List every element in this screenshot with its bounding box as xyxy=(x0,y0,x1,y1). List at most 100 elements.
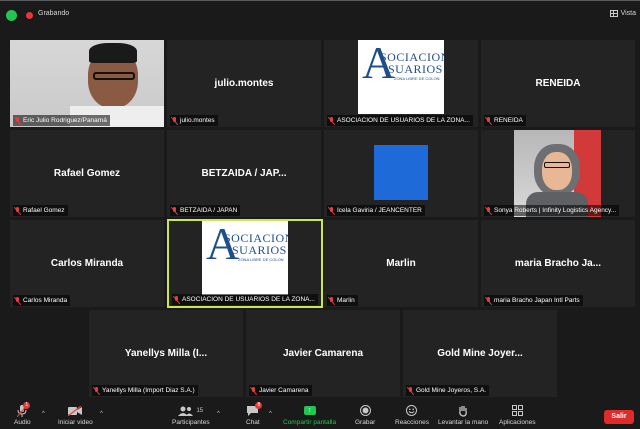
chat-label: Chat xyxy=(246,419,260,426)
mic-muted-icon xyxy=(93,386,100,395)
mic-muted-icon xyxy=(171,206,178,215)
audio-label: Audio xyxy=(14,419,31,426)
participant-tile[interactable]: Yanellys Milla (I... Yanellys Milla (Imp… xyxy=(89,310,243,397)
participant-display-name: BETZAIDA / JAP... xyxy=(201,168,287,179)
raise-hand-button[interactable]: Levantar la mano xyxy=(438,403,488,426)
share-screen-label: Compartir pantalla xyxy=(283,419,337,426)
record-button[interactable]: Grabar xyxy=(355,403,375,426)
participant-display-name: RENEIDA xyxy=(535,78,581,89)
logo-line-2: SUARIOS xyxy=(388,62,443,76)
reactions-label: Reacciones xyxy=(395,419,429,426)
participant-name-label: Javier Camarena xyxy=(249,385,312,396)
participants-count: 15 xyxy=(196,407,204,414)
participant-name-label: Gold Mine Joyeros, S.A. xyxy=(406,385,490,396)
participant-name-label: Yanellys Milla (Import Diaz S.A.) xyxy=(92,385,198,396)
mic-muted-icon xyxy=(485,296,492,305)
chat-options-caret-icon[interactable]: ^ xyxy=(269,411,272,417)
participant-name-label: ASOCIACION DE USUARIOS DE LA ZONA... xyxy=(327,115,473,126)
smiley-icon xyxy=(406,403,418,418)
apps-button[interactable]: Aplicaciones xyxy=(499,403,536,426)
participant-tile[interactable]: A SOCIACION SUARIOS ZONA LIBRE DE COLON … xyxy=(324,40,478,127)
participant-display-name: Marlin xyxy=(386,258,416,269)
hand-icon xyxy=(458,403,468,418)
participant-name-label: RENEIDA xyxy=(484,115,526,126)
mic-muted-icon xyxy=(328,116,335,125)
participant-tile[interactable]: Rafael Gomez Rafael Gomez xyxy=(10,130,164,217)
participant-display-name: Carlos Miranda xyxy=(50,258,124,269)
participant-name-label: ASOCIACION DE USUARIOS DE LA ZONA... xyxy=(172,294,318,305)
record-label: Grabar xyxy=(355,419,376,426)
meeting-toolbar: 1 Audio ^ Iniciar video ^ 15 Participant… xyxy=(0,402,640,429)
participants-label: Participantes xyxy=(172,419,210,426)
participant-video xyxy=(514,130,601,217)
participant-tile[interactable]: Carlos Miranda Carlos Miranda xyxy=(10,220,164,307)
start-video-button[interactable]: Iniciar video xyxy=(58,403,93,426)
recording-label: Grabando xyxy=(38,10,70,17)
participant-tile[interactable]: julio.montes julio.montes xyxy=(167,40,321,127)
participant-name-label: Carlos Miranda xyxy=(13,295,71,306)
participant-tile[interactable]: Eric Julio Rodriguez/Panamá xyxy=(10,40,164,127)
recording-icon xyxy=(26,12,33,19)
audio-badge: 1 xyxy=(23,402,31,409)
mic-muted-icon xyxy=(250,386,257,395)
video-options-caret-icon[interactable]: ^ xyxy=(100,411,103,417)
participant-display-name: Javier Camarena xyxy=(282,348,364,359)
participant-display-name: Gold Mine Joyer... xyxy=(437,348,523,359)
participant-video xyxy=(10,40,164,127)
audio-button[interactable]: 1 Audio xyxy=(14,402,31,426)
participant-name-label: Sonya Roberts | Infinity Logistics Agenc… xyxy=(484,205,620,216)
mic-muted-icon xyxy=(171,116,178,125)
participant-tile[interactable]: maria Bracho Ja... maria Bracho Japan In… xyxy=(481,220,635,307)
logo-line-3: ZONA LIBRE DE COLON xyxy=(394,76,440,81)
microphone-icon: 1 xyxy=(17,402,31,418)
grid-view-icon xyxy=(609,10,618,17)
apps-label: Aplicaciones xyxy=(499,419,536,426)
active-speaker-tile[interactable]: A SOCIACION SUARIOS ZONA LIBRE DE COLON … xyxy=(167,219,323,308)
meeting-topbar: Grabando Vista xyxy=(0,0,640,29)
participants-button[interactable]: 15 Participantes xyxy=(172,403,210,426)
mic-muted-icon xyxy=(328,206,335,215)
profile-picture xyxy=(374,145,428,200)
organization-logo: A SOCIACION SUARIOS ZONA LIBRE DE COLON xyxy=(358,40,444,114)
mic-muted-icon xyxy=(173,295,180,304)
raise-hand-label: Levantar la mano xyxy=(438,419,489,426)
participant-tile[interactable]: Sonya Roberts | Infinity Logistics Agenc… xyxy=(481,130,635,217)
logo-line-2: SUARIOS xyxy=(232,243,287,257)
start-video-label: Iniciar video xyxy=(58,419,93,426)
participant-tile[interactable]: Javier Camarena Javier Camarena xyxy=(246,310,400,397)
audio-options-caret-icon[interactable]: ^ xyxy=(42,411,45,417)
participant-name-label: Icela Gaviria / JEANCENTER xyxy=(327,205,425,216)
organization-logo: A SOCIACION SUARIOS ZONA LIBRE DE COLON xyxy=(202,221,288,295)
participants-options-caret-icon[interactable]: ^ xyxy=(217,411,220,417)
mic-muted-icon xyxy=(485,116,492,125)
participant-tile[interactable]: Icela Gaviria / JEANCENTER xyxy=(324,130,478,217)
chat-bubble-icon: 8 xyxy=(246,402,263,418)
share-screen-icon: ↑ xyxy=(303,406,316,415)
share-screen-button[interactable]: ↑ Compartir pantalla xyxy=(283,403,336,426)
participant-name-label: BETZAIDA / JAPAN xyxy=(170,205,241,216)
mic-muted-icon xyxy=(14,116,21,125)
mic-muted-icon xyxy=(485,206,492,215)
participant-name-label: maria Bracho Japan Intl Parts xyxy=(484,295,583,306)
view-button[interactable]: Vista xyxy=(609,10,636,17)
mic-muted-icon xyxy=(14,206,21,215)
participants-icon: 15 xyxy=(178,403,203,418)
participant-tile[interactable]: RENEIDA RENEIDA xyxy=(481,40,635,127)
participant-name-label: Eric Julio Rodriguez/Panamá xyxy=(13,115,110,126)
participant-tile[interactable]: BETZAIDA / JAP... BETZAIDA / JAPAN xyxy=(167,130,321,217)
chat-button[interactable]: 8 Chat xyxy=(246,402,263,426)
mic-muted-icon xyxy=(407,386,414,395)
participant-tile[interactable]: Gold Mine Joyer... Gold Mine Joyeros, S.… xyxy=(403,310,557,397)
encryption-shield-icon[interactable] xyxy=(6,10,17,21)
participant-display-name: Yanellys Milla (I... xyxy=(124,348,208,359)
leave-meeting-button[interactable]: Salir xyxy=(604,410,634,424)
participant-display-name: Rafael Gomez xyxy=(53,168,121,179)
video-camera-icon xyxy=(68,403,83,418)
chat-badge: 8 xyxy=(255,402,263,409)
view-label: Vista xyxy=(620,10,636,17)
reactions-button[interactable]: Reacciones xyxy=(395,403,429,426)
participant-tile[interactable]: Marlin Marlin xyxy=(324,220,478,307)
participant-name-label: julio.montes xyxy=(170,115,218,126)
mic-muted-icon xyxy=(328,296,335,305)
participant-name-label: Rafael Gomez xyxy=(13,205,68,216)
